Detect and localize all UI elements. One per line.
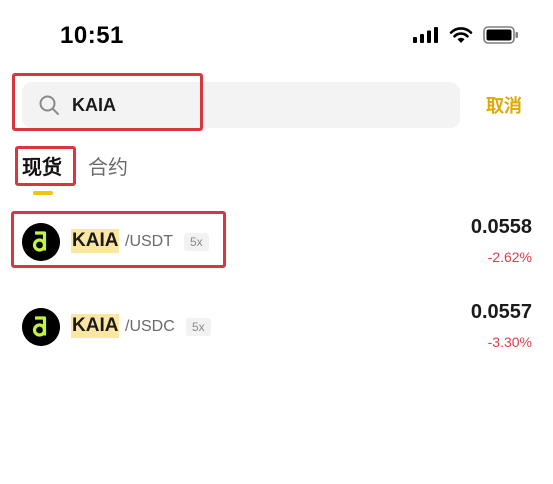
active-tab-indicator: [33, 191, 53, 195]
price-change: -3.30%: [487, 334, 532, 350]
status-icons: [413, 26, 519, 44]
kaia-logo-icon: [22, 223, 60, 261]
pair-quote: /USDC: [125, 318, 175, 335]
list-item[interactable]: KAIA /USDT 5x 0.0558 -2.62%: [0, 206, 553, 276]
kaia-logo-icon: [22, 308, 60, 346]
pair-base: KAIA: [71, 314, 120, 338]
cancel-button[interactable]: 取消: [486, 92, 522, 118]
signal-icon: [413, 27, 438, 43]
search-icon: [39, 95, 59, 115]
price-change: -2.62%: [487, 249, 532, 265]
tab-spot[interactable]: 现货: [22, 151, 62, 180]
status-bar: 10:51: [0, 0, 553, 70]
search-input[interactable]: [72, 82, 372, 128]
search-row: 取消: [0, 78, 553, 132]
leverage-badge: 5x: [184, 233, 209, 251]
price: 0.0558: [470, 216, 532, 238]
pair-base: KAIA: [71, 229, 120, 253]
price: 0.0557: [470, 301, 532, 323]
leverage-badge: 5x: [186, 318, 211, 336]
tab-futures[interactable]: 合约: [88, 151, 128, 180]
market-tabs: 现货 合约: [0, 145, 553, 195]
search-box[interactable]: [22, 82, 460, 128]
status-time: 10:51: [60, 22, 124, 49]
list-item[interactable]: KAIA /USDC 5x 0.0557 -3.30%: [0, 291, 553, 361]
battery-icon: [483, 26, 518, 44]
wifi-icon: [449, 27, 473, 43]
pair-quote: /USDT: [125, 233, 173, 250]
